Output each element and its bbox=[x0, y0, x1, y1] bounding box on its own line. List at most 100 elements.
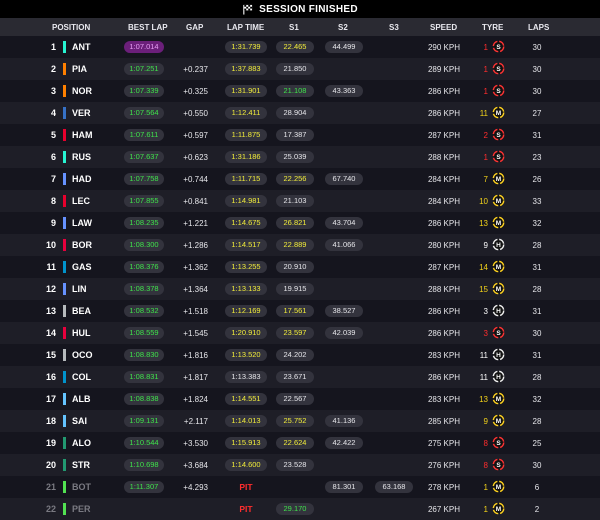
table-row[interactable]: 1 ANT 1:07.014 1:31.739 22.465 44.499 290 KPH 1… bbox=[0, 36, 600, 58]
driver-code: VER bbox=[72, 108, 91, 118]
table-row[interactable]: 16 COL 1:08.831 +1.817 1:13.383 23.671 286 KPH… bbox=[0, 366, 600, 388]
table-row[interactable]: 22 PER PIT 29.170 267 KPH 1 M 2 bbox=[0, 498, 600, 520]
table-header: POSITION BEST LAP GAP LAP TIME S1 S2 S3 … bbox=[0, 18, 600, 36]
position-number: 15 bbox=[45, 350, 56, 360]
sector-1-time: 23.528 bbox=[276, 459, 314, 471]
best-lap-time: 1:08.378 bbox=[124, 283, 164, 295]
team-color-bar bbox=[63, 415, 66, 427]
table-row[interactable]: 8 LEC 1:07.855 +0.841 1:14.981 21.103 284 KPH 1… bbox=[0, 190, 600, 212]
tyre-age: 1 bbox=[483, 43, 488, 52]
position-number: 5 bbox=[50, 130, 56, 140]
table-row[interactable]: 3 NOR 1:07.339 +0.325 1:31.901 21.108 43.363 28… bbox=[0, 80, 600, 102]
position-number: 14 bbox=[45, 328, 56, 338]
driver-code: LAW bbox=[72, 218, 92, 228]
position-number: 12 bbox=[45, 284, 56, 294]
position-number: 6 bbox=[50, 152, 56, 162]
tyre-compound-letter: S bbox=[496, 330, 501, 337]
speed-trap: 285 KPH bbox=[427, 417, 461, 426]
driver-code: NOR bbox=[72, 86, 92, 96]
table-row[interactable]: 20 STR 1:10.698 +3.684 1:14.600 23.528 276 KPH… bbox=[0, 454, 600, 476]
table-row[interactable]: 14 HUL 1:08.559 +1.545 1:20.910 23.597 42.039 2… bbox=[0, 322, 600, 344]
team-color-bar bbox=[63, 305, 66, 317]
lap-count: 32 bbox=[532, 395, 542, 404]
medium-tyre-icon: M bbox=[492, 194, 505, 207]
driver-code: LEC bbox=[72, 196, 90, 206]
table-row[interactable]: 9 LAW 1:08.235 +1.221 1:14.675 26.821 43.704 28… bbox=[0, 212, 600, 234]
tyre-age: 2 bbox=[483, 131, 488, 140]
table-row[interactable]: 4 VER 1:07.564 +0.550 1:12.411 28.904 286 KPH 1… bbox=[0, 102, 600, 124]
gap-to-leader: +3.684 bbox=[183, 461, 208, 470]
soft-tyre-icon: S bbox=[492, 40, 505, 53]
position-number: 8 bbox=[50, 196, 56, 206]
sector-1-time: 23.597 bbox=[276, 327, 314, 339]
team-color-bar bbox=[63, 261, 66, 273]
last-lap-time: 1:14.675 bbox=[225, 217, 267, 229]
table-row[interactable]: 12 LIN 1:08.378 +1.364 1:13.133 19.915 288 KPH… bbox=[0, 278, 600, 300]
sector-1-time: 25.752 bbox=[276, 415, 314, 427]
sector-3-time: 63.168 bbox=[375, 481, 413, 493]
sector-1-time: 21.103 bbox=[276, 195, 314, 207]
table-row[interactable]: 19 ALO 1:10.544 +3.530 1:15.913 22.624 42.422 2… bbox=[0, 432, 600, 454]
sector-1-time: 17.387 bbox=[276, 129, 314, 141]
table-row[interactable]: 15 OCO 1:08.830 +1.816 1:13.520 24.202 283 KPH… bbox=[0, 344, 600, 366]
last-lap-time: 1:14.551 bbox=[225, 393, 267, 405]
sector-1-time: 21.108 bbox=[276, 85, 314, 97]
last-lap-time: 1:31.739 bbox=[225, 41, 267, 53]
medium-tyre-icon: M bbox=[492, 216, 505, 229]
table-row[interactable]: 2 PIA 1:07.251 +0.237 1:37.883 21.850 289 KPH 1… bbox=[0, 58, 600, 80]
table-row[interactable]: 5 HAM 1:07.611 +0.597 1:11.875 17.387 287 KPH 2… bbox=[0, 124, 600, 146]
best-lap-time: 1:07.637 bbox=[124, 151, 164, 163]
driver-code: OCO bbox=[72, 350, 93, 360]
tyre-age: 11 bbox=[479, 351, 488, 360]
table-row[interactable]: 13 BEA 1:08.532 +1.518 1:12.169 17.561 38.527 2… bbox=[0, 300, 600, 322]
best-lap-time: 1:07.564 bbox=[124, 107, 164, 119]
table-row[interactable]: 11 GAS 1:08.376 +1.362 1:13.255 20.910 287 KPH… bbox=[0, 256, 600, 278]
sector-2-time: 67.740 bbox=[325, 173, 363, 185]
driver-code: LIN bbox=[72, 284, 87, 294]
col-s3: S3 bbox=[389, 23, 399, 32]
table-row[interactable]: 10 BOR 1:08.300 +1.286 1:14.517 22.889 41.066 2… bbox=[0, 234, 600, 256]
lap-count: 27 bbox=[532, 109, 542, 118]
tyre-age: 11 bbox=[479, 109, 488, 118]
team-color-bar bbox=[63, 151, 66, 163]
table-row[interactable]: 17 ALB 1:08.838 +1.824 1:14.551 22.567 283 KPH… bbox=[0, 388, 600, 410]
team-color-bar bbox=[63, 327, 66, 339]
tyre-age: 9 bbox=[483, 241, 488, 250]
speed-trap: 286 KPH bbox=[427, 373, 461, 382]
medium-tyre-icon: M bbox=[492, 260, 505, 273]
position-number: 21 bbox=[45, 482, 56, 492]
best-lap-time: 1:07.014 bbox=[124, 41, 164, 53]
sector-1-time: 23.671 bbox=[276, 371, 314, 383]
table-row[interactable]: 21 BOT 1:11.307 +4.293 PIT 81.301 63.168 278 KP… bbox=[0, 476, 600, 498]
sector-1-time: 19.915 bbox=[276, 283, 314, 295]
table-row[interactable]: 18 SAI 1:09.131 +2.117 1:14.013 25.752 41.136 2… bbox=[0, 410, 600, 432]
tyre-compound-letter: S bbox=[496, 44, 501, 51]
last-lap-time: 1:12.169 bbox=[225, 305, 267, 317]
team-color-bar bbox=[63, 481, 66, 493]
gap-to-leader: +1.545 bbox=[183, 329, 208, 338]
tyre-age: 3 bbox=[483, 329, 488, 338]
last-lap-time: 1:14.600 bbox=[225, 459, 267, 471]
sector-1-time: 24.202 bbox=[276, 349, 314, 361]
position-number: 1 bbox=[50, 42, 56, 52]
col-speed: SPEED bbox=[430, 23, 458, 32]
lap-count: 28 bbox=[532, 373, 542, 382]
last-lap-time: 1:13.383 bbox=[225, 371, 267, 383]
tyre-age: 14 bbox=[479, 263, 488, 272]
lap-count: 6 bbox=[534, 483, 540, 492]
sector-1-time: 17.561 bbox=[276, 305, 314, 317]
best-lap-time: 1:07.339 bbox=[124, 85, 164, 97]
sector-2-time: 43.704 bbox=[325, 217, 363, 229]
table-row[interactable]: 7 HAD 1:07.758 +0.744 1:11.715 22.256 67.740 28… bbox=[0, 168, 600, 190]
col-s1: S1 bbox=[289, 23, 299, 32]
lap-count: 28 bbox=[532, 285, 542, 294]
table-row[interactable]: 6 RUS 1:07.637 +0.623 1:31.186 25.039 288 KPH 1… bbox=[0, 146, 600, 168]
sector-2-time: 41.066 bbox=[325, 239, 363, 251]
speed-trap: 284 KPH bbox=[427, 197, 461, 206]
lap-count: 30 bbox=[532, 43, 542, 52]
sector-2-time: 44.499 bbox=[325, 41, 363, 53]
tyre-age: 1 bbox=[483, 153, 488, 162]
best-lap-time: 1:09.131 bbox=[124, 415, 164, 427]
team-color-bar bbox=[63, 437, 66, 449]
position-number: 20 bbox=[45, 460, 56, 470]
